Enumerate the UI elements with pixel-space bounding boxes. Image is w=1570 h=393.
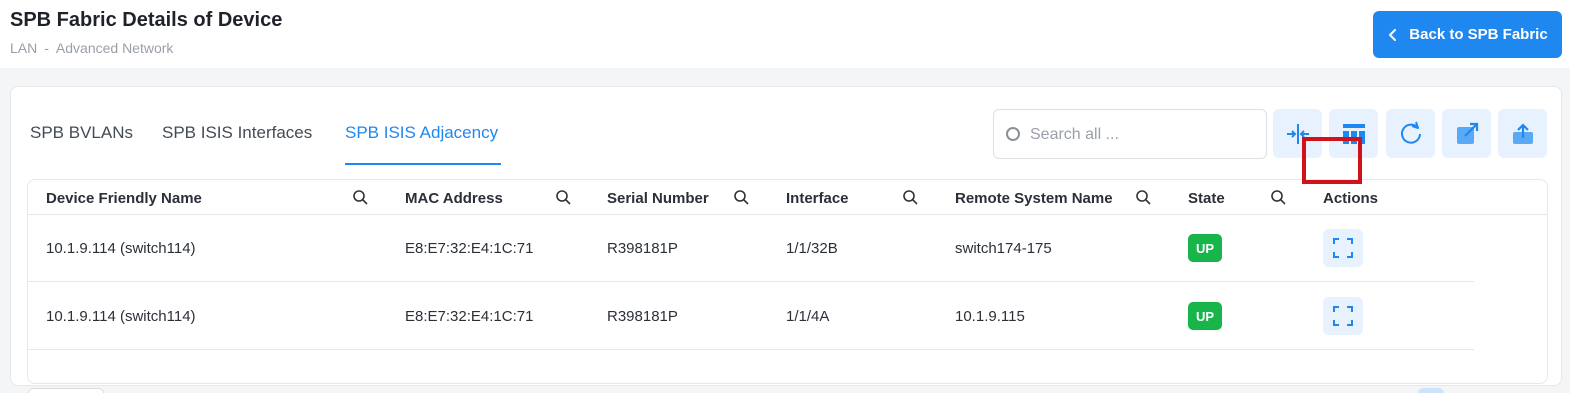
upload-icon xyxy=(1512,122,1533,144)
expand-icon xyxy=(1333,238,1353,258)
active-tab-indicator xyxy=(345,163,501,165)
column-header-device-friendly-name[interactable]: Device Friendly Name xyxy=(46,190,202,207)
search-icon xyxy=(1006,127,1020,141)
column-header-remote-system-name[interactable]: Remote System Name xyxy=(955,190,1113,207)
back-to-spb-fabric-button[interactable]: Back to SPB Fabric xyxy=(1373,11,1562,58)
content-card: SPB BVLANs SPB ISIS Interfaces SPB ISIS … xyxy=(10,86,1562,386)
column-search-icon[interactable] xyxy=(352,189,368,205)
column-search-icon[interactable] xyxy=(733,189,749,205)
table-row[interactable]: 10.1.9.114 (switch114) E8:E7:32:E4:1C:71… xyxy=(28,215,1474,282)
tab-spb-bvlans[interactable]: SPB BVLANs xyxy=(30,123,133,143)
page-header: SPB Fabric Details of Device LAN - Advan… xyxy=(0,0,1570,68)
export-button[interactable] xyxy=(1442,109,1491,158)
upload-button[interactable] xyxy=(1498,109,1547,158)
column-header-state[interactable]: State xyxy=(1188,190,1225,207)
cell-remote-system-name: 10.1.9.115 xyxy=(955,308,1025,325)
highlight-box xyxy=(1302,137,1362,184)
column-search-icon[interactable] xyxy=(555,189,571,205)
breadcrumb-separator: - xyxy=(44,40,49,56)
cell-interface: 1/1/4A xyxy=(786,308,830,325)
export-icon xyxy=(1456,122,1478,144)
column-search-icon[interactable] xyxy=(1135,189,1151,205)
expand-details-button[interactable] xyxy=(1323,229,1363,267)
tab-spb-isis-adjacency[interactable]: SPB ISIS Adjacency xyxy=(345,123,498,143)
cell-remote-system-name: switch174-175 xyxy=(955,240,1052,257)
column-header-serial-number[interactable]: Serial Number xyxy=(607,190,709,207)
column-search-icon[interactable] xyxy=(902,189,918,205)
search-box[interactable] xyxy=(993,109,1267,159)
cell-mac-address: E8:E7:32:E4:1C:71 xyxy=(405,240,534,257)
expand-icon xyxy=(1333,306,1353,326)
refresh-icon xyxy=(1400,121,1421,144)
cell-device-friendly-name: 10.1.9.114 (switch114) xyxy=(46,308,196,325)
cell-mac-address: E8:E7:32:E4:1C:71 xyxy=(405,308,534,325)
scroll-indicator[interactable] xyxy=(1418,388,1444,393)
table-header: Device Friendly Name MAC Address Serial … xyxy=(28,180,1547,215)
cell-serial-number: R398181P xyxy=(607,240,678,257)
back-button-label: Back to SPB Fabric xyxy=(1409,26,1548,43)
status-badge: UP xyxy=(1188,234,1222,262)
column-header-interface[interactable]: Interface xyxy=(786,190,849,207)
search-input[interactable] xyxy=(1030,120,1255,150)
page-title: SPB Fabric Details of Device xyxy=(10,9,283,31)
column-header-actions: Actions xyxy=(1323,190,1379,207)
breadcrumb-lan[interactable]: LAN xyxy=(10,40,37,56)
cell-serial-number: R398181P xyxy=(607,308,678,325)
table-row[interactable]: 10.1.9.114 (switch114) E8:E7:32:E4:1C:71… xyxy=(28,283,1474,350)
pagination-control[interactable] xyxy=(28,388,104,393)
breadcrumb-advanced-network[interactable]: Advanced Network xyxy=(56,40,174,56)
chevron-left-icon xyxy=(1389,28,1397,41)
adjacency-table: Device Friendly Name MAC Address Serial … xyxy=(27,179,1548,384)
status-badge: UP xyxy=(1188,302,1222,330)
breadcrumb: LAN - Advanced Network xyxy=(10,40,173,56)
refresh-button[interactable] xyxy=(1386,109,1435,158)
column-header-mac-address[interactable]: MAC Address xyxy=(405,190,503,207)
tab-spb-isis-interfaces[interactable]: SPB ISIS Interfaces xyxy=(162,123,312,143)
expand-details-button[interactable] xyxy=(1323,297,1363,335)
cell-device-friendly-name: 10.1.9.114 (switch114) xyxy=(46,240,196,257)
cell-interface: 1/1/32B xyxy=(786,240,838,257)
column-search-icon[interactable] xyxy=(1270,189,1286,205)
